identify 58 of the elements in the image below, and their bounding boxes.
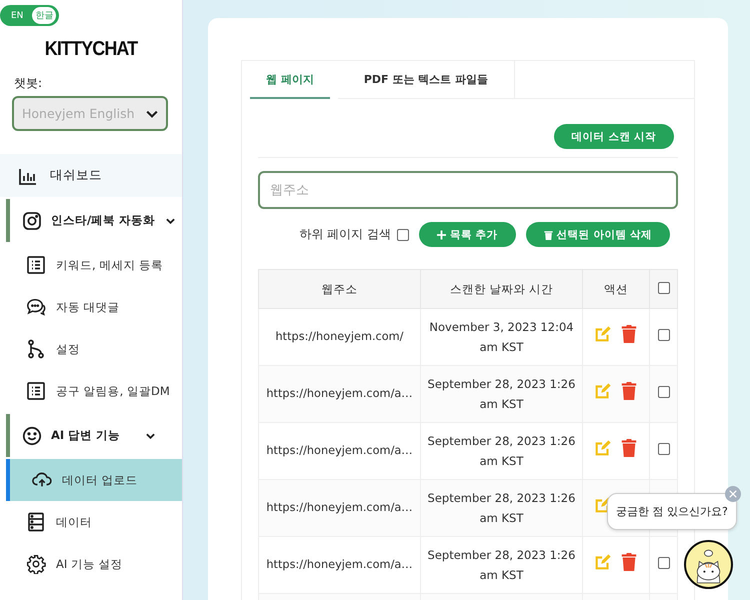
branch-icon bbox=[26, 339, 46, 359]
checkbox[interactable] bbox=[397, 228, 410, 240]
subpage-search-label: 하위 페이지 검색 bbox=[299, 226, 392, 243]
trash-icon[interactable] bbox=[620, 439, 638, 457]
date-cell: September 28, 2023 1:26 am KST bbox=[420, 366, 582, 422]
chevron-down-icon bbox=[146, 110, 158, 118]
close-icon bbox=[729, 490, 737, 498]
sidebar-group[interactable]: 인스타/페북 자동화 bbox=[6, 199, 182, 242]
sidebar-item[interactable]: 자동 대댓글 bbox=[0, 286, 182, 328]
row-checkbox[interactable] bbox=[658, 329, 670, 341]
column-header: 스캔한 날짜와 시간 bbox=[420, 270, 582, 308]
url-cell: https://honeyjem.com/a… bbox=[258, 480, 420, 536]
tab[interactable]: PDF 또는 텍스트 파일들 bbox=[338, 61, 516, 99]
column-header: 액션 bbox=[582, 270, 650, 308]
chevron-icon bbox=[166, 218, 176, 224]
row-checkbox[interactable] bbox=[658, 386, 670, 398]
sidebar-group-label: AI 답변 기능 bbox=[51, 428, 122, 443]
chat-prompt-bubble[interactable]: 궁금한 점 있으신가요? bbox=[607, 493, 737, 530]
sidebar-item[interactable]: 공구 알림용, 일괄DM bbox=[0, 370, 182, 412]
sidebar-item[interactable]: 설정 bbox=[0, 328, 182, 370]
row-checkbox[interactable] bbox=[658, 557, 670, 569]
sidebar-item-label: 설정 bbox=[56, 342, 80, 356]
sidebar-item[interactable]: AI 기능 설정 bbox=[0, 543, 182, 585]
chatbot-label: 챗봇: bbox=[14, 75, 44, 92]
row-checkbox[interactable] bbox=[658, 443, 670, 455]
select-all-checkbox[interactable] bbox=[658, 282, 670, 294]
trash-icon[interactable] bbox=[620, 382, 638, 400]
sidebar-item[interactable]: 데이터 bbox=[0, 501, 182, 543]
sidebar-item[interactable]: 키워드, 메세지 등록 bbox=[0, 244, 182, 286]
sidebar-item[interactable]: 데이터 업로드 bbox=[6, 459, 182, 501]
url-field[interactable]: 웹주소 bbox=[258, 171, 678, 209]
chat-bubbles-icon bbox=[26, 297, 46, 317]
sidebar-item-label: 데이터 bbox=[56, 514, 92, 530]
plus-icon bbox=[437, 230, 446, 240]
list-icon bbox=[26, 381, 46, 401]
sidebar-group-label: 인스타/페북 자동화 bbox=[51, 213, 156, 228]
sidebar-item-label: 자동 대댓글 bbox=[56, 300, 120, 314]
cat-avatar-icon[interactable] bbox=[684, 540, 733, 589]
list-icon bbox=[26, 255, 46, 275]
trash-icon[interactable] bbox=[620, 553, 638, 571]
column-header: 웹주소 bbox=[258, 270, 420, 308]
date-cell: September 28, 2023 1:26 am KST bbox=[420, 480, 582, 536]
sidebar-item-label: 데이터 업로드 bbox=[62, 472, 138, 488]
sidebar-item[interactable]: 대쉬보드 bbox=[0, 154, 182, 197]
instagram-icon bbox=[22, 210, 42, 230]
url-cell: https://honeyjem.com/a… bbox=[258, 366, 420, 422]
chevron-icon bbox=[146, 432, 155, 438]
trash-icon bbox=[544, 230, 553, 240]
logo: KITTYCHAT bbox=[44, 38, 139, 61]
sidebar-item-label: 공구 알림용, 일괄DM bbox=[56, 384, 170, 398]
sidebar-item-label: AI 기능 설정 bbox=[56, 556, 123, 572]
close-button[interactable] bbox=[725, 486, 741, 502]
sidebar-item-label: 키워드, 메세지 등록 bbox=[56, 258, 163, 272]
server-icon bbox=[26, 512, 46, 532]
sidebar-item-label: 대쉬보드 bbox=[50, 167, 102, 184]
smiley-icon bbox=[22, 426, 42, 446]
settings-icon bbox=[26, 554, 46, 574]
trash-icon[interactable] bbox=[620, 325, 638, 343]
